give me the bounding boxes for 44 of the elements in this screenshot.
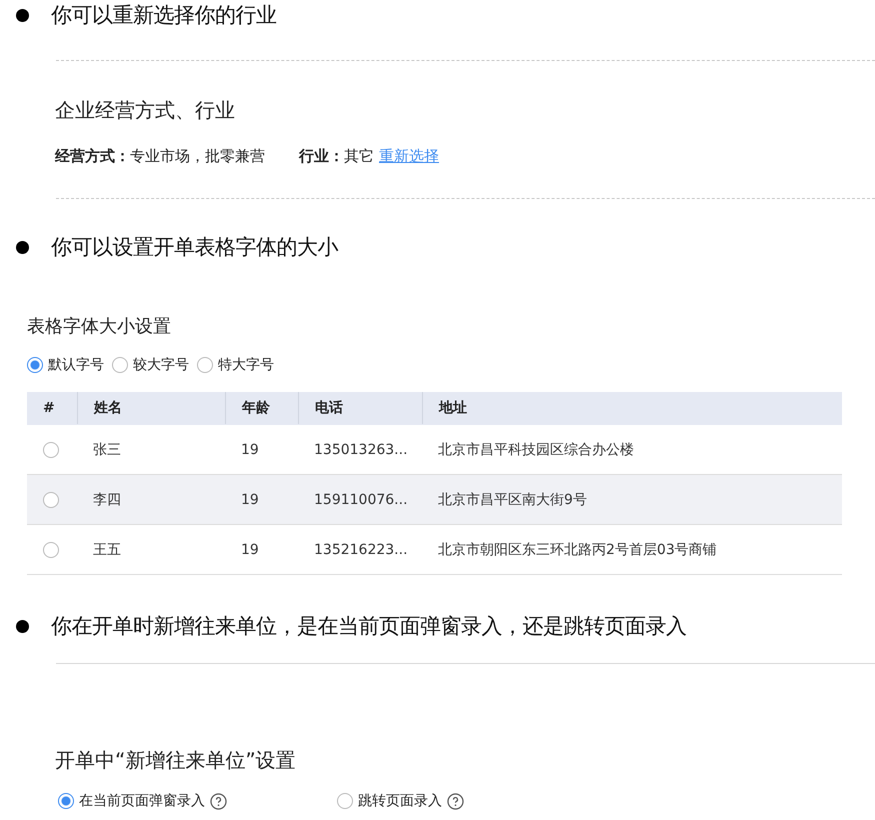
row-radio[interactable] (43, 442, 59, 458)
radio-label: 特大字号 (218, 356, 274, 374)
radio-button[interactable] (27, 357, 43, 373)
table-cell-text: 135216223... (313, 542, 409, 558)
table-cell-text: 19 (240, 542, 260, 558)
bullet-dot (16, 240, 29, 254)
section-title: 开单中“新增往来单位”设置 (55, 747, 297, 774)
bullet-dot (16, 620, 29, 632)
bullet-heading: 你可以重新选择你的行业 (51, 2, 276, 29)
section-title: 企业经营方式、行业 (55, 97, 236, 124)
table-cell-text: 李四 (92, 490, 122, 508)
table-cell-text: 王五 (92, 540, 122, 558)
radio-button[interactable] (337, 793, 353, 809)
help-icon[interactable] (210, 792, 227, 810)
table-cell-text: 北京市昌平区南大街9号 (437, 490, 588, 508)
bullet-heading: 你可以设置开单表格字体的大小 (51, 234, 338, 261)
info-text: 经营方式：专业市场，批零兼营 (55, 147, 265, 166)
radio-label: 较大字号 (133, 356, 189, 374)
section-title: 表格字体大小设置 (27, 315, 172, 338)
radio-label: 默认字号 (48, 356, 104, 374)
info-text: 行业：其它 重新选择 (299, 147, 439, 166)
radio-button[interactable] (197, 357, 213, 373)
table-cell-text: 北京市朝阳区东三环北路丙2号首层03号商铺 (437, 540, 718, 558)
table-row[interactable]: 李四 19 159110076... 北京市昌平区南大街9号 (27, 475, 842, 525)
radio-label: 在当前页面弹窗录入 (79, 792, 205, 810)
table-cell-text: 135013263... (313, 442, 409, 458)
column-header: 年龄 (225, 392, 298, 424)
bullet-dot (16, 8, 29, 22)
table-cell-text: 北京市昌平科技园区综合办公楼 (437, 440, 635, 458)
row-radio[interactable] (43, 542, 59, 558)
column-header: 地址 (422, 392, 842, 424)
table-cell-text: 张三 (92, 440, 122, 458)
radio-label: 跳转页面录入 (358, 792, 442, 810)
column-header: # (42, 399, 56, 418)
table-cell-text: 159110076... (313, 492, 409, 508)
column-header: 姓名 (77, 392, 225, 424)
bullet-heading: 你在开单时新增往来单位，是在当前页面弹窗录入，还是跳转页面录入 (51, 613, 686, 640)
table-cell-text: 19 (240, 492, 260, 508)
help-icon[interactable] (447, 792, 464, 810)
row-radio[interactable] (43, 492, 59, 508)
table-cell-text: 19 (240, 442, 260, 458)
column-header: 电话 (298, 392, 422, 424)
radio-button[interactable] (58, 793, 74, 809)
radio-button[interactable] (112, 357, 128, 373)
